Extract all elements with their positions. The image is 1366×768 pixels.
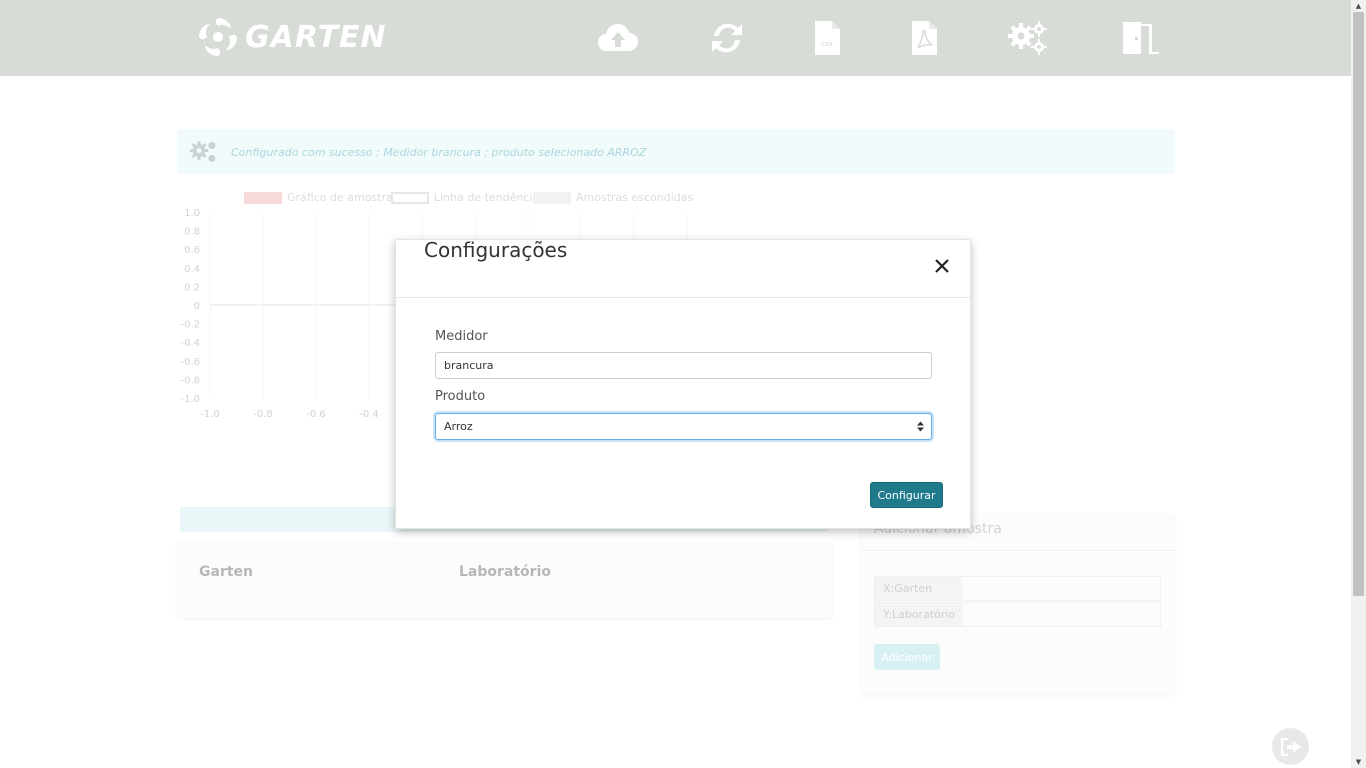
page: GARTEN csv Configurado com sucesso: Med… <box>0 0 1351 768</box>
settings-modal: Configurações Medidor Produto Arroz Conf… <box>395 238 972 529</box>
scroll-down-arrow[interactable]: ▼ <box>1351 756 1366 768</box>
close-icon[interactable] <box>934 258 950 274</box>
scroll-up-arrow[interactable]: ▲ <box>1351 0 1366 12</box>
medidor-label: Medidor <box>435 329 488 344</box>
select-arrows-icon <box>917 421 924 435</box>
medidor-input[interactable] <box>435 352 932 379</box>
configure-button[interactable]: Configurar <box>870 482 943 508</box>
modal-header-divider <box>396 297 972 298</box>
scrollbar-thumb[interactable] <box>1353 12 1364 596</box>
modal-title: Configurações <box>424 238 568 262</box>
produto-select[interactable]: Arroz <box>435 413 932 440</box>
produto-label: Produto <box>435 389 486 404</box>
produto-selected-value: Arroz <box>444 420 473 433</box>
